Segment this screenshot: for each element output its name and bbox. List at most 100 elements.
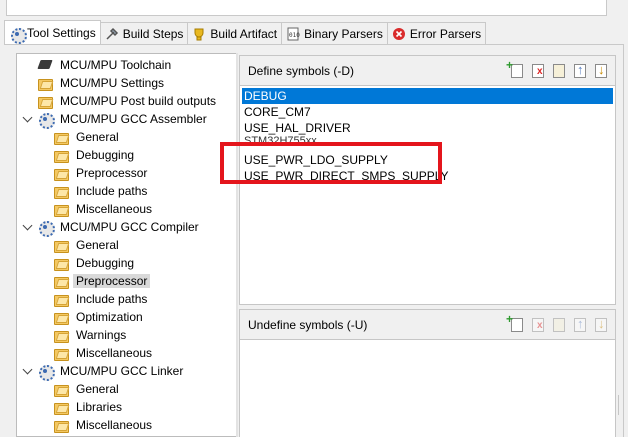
tree-item-label: General <box>76 130 119 144</box>
tree-item-compiler-miscellaneous[interactable]: Miscellaneous <box>53 344 155 362</box>
folder-icon <box>53 273 69 289</box>
tree-item-label: Optimization <box>76 310 143 324</box>
error-parsers-icon <box>392 27 406 41</box>
tab-label: Build Artifact <box>210 26 278 41</box>
tree-item-label: Include paths <box>76 292 148 306</box>
tab-label: Build Steps <box>122 26 184 41</box>
tree-item-gcc-linker[interactable]: MCU/MPU GCC Linker <box>37 362 186 381</box>
undefine-symbols-header: Undefine symbols (-U) <box>240 310 615 340</box>
tree-item-gcc-compiler[interactable]: MCU/MPU GCC Compiler <box>37 218 202 237</box>
move-down-icon[interactable] <box>592 316 609 333</box>
list-item[interactable]: CORE_CM7 <box>242 104 613 120</box>
tab-build-steps[interactable]: Build Steps <box>100 22 189 44</box>
binary-parsers-icon: 010 <box>286 27 300 41</box>
delete-symbol-icon[interactable] <box>529 316 546 333</box>
tree-item-linker-general[interactable]: General <box>53 380 122 398</box>
list-item[interactable]: DEBUG <box>242 88 613 104</box>
tree-item-compiler-warnings[interactable]: Warnings <box>53 326 129 344</box>
scrollbar-edge <box>618 395 624 415</box>
tab-tool-settings[interactable]: Tool Settings <box>4 20 101 44</box>
tree-item-compiler-include-paths[interactable]: Include paths <box>53 290 150 308</box>
tab-content-border <box>4 44 624 45</box>
define-symbols-title: Define symbols (-D) <box>248 63 355 78</box>
add-symbol-icon[interactable] <box>506 58 525 79</box>
edit-symbol-icon[interactable] <box>550 316 567 333</box>
move-up-icon[interactable] <box>571 62 588 79</box>
tree-item-label: MCU/MPU Settings <box>60 76 165 90</box>
define-toolbar <box>506 58 609 79</box>
delete-symbol-icon[interactable] <box>529 62 546 79</box>
tree-item-label: Miscellaneous <box>76 418 153 432</box>
folder-icon <box>37 93 53 109</box>
chevron-down-icon[interactable] <box>23 222 33 232</box>
tree-item-assembler-debugging[interactable]: Debugging <box>53 146 137 164</box>
tree-item-assembler-include-paths[interactable]: Include paths <box>53 182 150 200</box>
tree-item-label: MCU/MPU GCC Compiler <box>60 220 199 234</box>
tree-item-post-build-outputs[interactable]: MCU/MPU Post build outputs <box>37 92 219 110</box>
annotation-highlight-box <box>220 142 442 184</box>
sash-divider[interactable] <box>236 53 238 437</box>
tab-bar: Tool Settings Build Steps Build Artifact… <box>4 20 487 44</box>
tree-item-settings[interactable]: MCU/MPU Settings <box>37 74 167 92</box>
tab-label: Error Parsers <box>409 26 482 41</box>
tree-item-label: Preprocessor <box>73 274 151 288</box>
tab-build-artifact[interactable]: Build Artifact <box>188 22 283 44</box>
tree-item-compiler-optimization[interactable]: Optimization <box>53 308 146 326</box>
tree-item-label: Include paths <box>76 184 148 198</box>
gear-icon <box>37 363 55 381</box>
tree-item-label: Debugging <box>76 256 135 270</box>
tree-item-label: Miscellaneous <box>76 202 153 216</box>
tree-item-label: Miscellaneous <box>76 346 153 360</box>
tree-item-label: Warnings <box>76 328 127 342</box>
tab-label: Tool Settings <box>27 25 96 40</box>
tab-error-parsers[interactable]: Error Parsers <box>387 22 487 44</box>
folder-icon <box>53 237 69 253</box>
move-up-icon[interactable] <box>571 316 588 333</box>
tree-item-compiler-debugging[interactable]: Debugging <box>53 254 137 272</box>
folder-icon <box>53 183 69 199</box>
build-artifact-icon <box>192 27 206 41</box>
tab-binary-parsers[interactable]: 010 Binary Parsers <box>282 22 388 44</box>
content-right-border <box>623 44 624 437</box>
list-item[interactable]: USE_HAL_DRIVER <box>242 120 613 136</box>
tree-item-linker-miscellaneous[interactable]: Miscellaneous <box>53 416 155 434</box>
build-steps-icon <box>105 27 119 41</box>
tree-item-label: Preprocessor <box>76 166 148 180</box>
folder-icon <box>53 417 69 433</box>
tree-item-linker-libraries[interactable]: Libraries <box>53 398 125 416</box>
edit-symbol-icon[interactable] <box>550 62 567 79</box>
define-symbols-header: Define symbols (-D) <box>240 56 615 86</box>
folder-icon <box>53 147 69 163</box>
tab-label: Binary Parsers <box>304 26 383 41</box>
folder-icon <box>53 399 69 415</box>
tree-item-label: General <box>76 382 119 396</box>
chip-icon <box>37 57 53 73</box>
tree-item-gcc-assembler[interactable]: MCU/MPU GCC Assembler <box>37 110 210 129</box>
folder-icon <box>53 255 69 271</box>
tree-item-compiler-preprocessor[interactable]: Preprocessor <box>53 272 151 290</box>
tree-item-compiler-general[interactable]: General <box>53 236 122 254</box>
gear-icon <box>37 111 55 129</box>
folder-icon <box>53 345 69 361</box>
folder-icon <box>53 327 69 343</box>
folder-icon <box>53 165 69 181</box>
tree-item-label: Debugging <box>76 148 135 162</box>
move-down-icon[interactable] <box>592 62 609 79</box>
top-field <box>6 0 607 16</box>
tool-settings-icon <box>9 26 27 44</box>
tree-item-label: MCU/MPU Toolchain <box>60 58 172 72</box>
settings-tree[interactable]: MCU/MPU Toolchain MCU/MPU Settings MCU/M… <box>16 53 236 437</box>
tree-item-assembler-miscellaneous[interactable]: Miscellaneous <box>53 200 155 218</box>
tree-item-assembler-general[interactable]: General <box>53 128 122 146</box>
tree-item-toolchain[interactable]: MCU/MPU Toolchain <box>37 56 174 74</box>
folder-icon <box>53 291 69 307</box>
folder-icon <box>53 381 69 397</box>
add-symbol-icon[interactable] <box>506 312 525 333</box>
chevron-down-icon[interactable] <box>23 366 33 376</box>
tree-item-assembler-preprocessor[interactable]: Preprocessor <box>53 164 150 182</box>
gear-icon <box>37 219 55 237</box>
folder-icon <box>37 75 53 91</box>
tree-item-label: MCU/MPU GCC Linker <box>60 364 184 378</box>
chevron-down-icon[interactable] <box>23 114 33 124</box>
undefine-symbols-panel: Undefine symbols (-U) <box>239 309 616 437</box>
